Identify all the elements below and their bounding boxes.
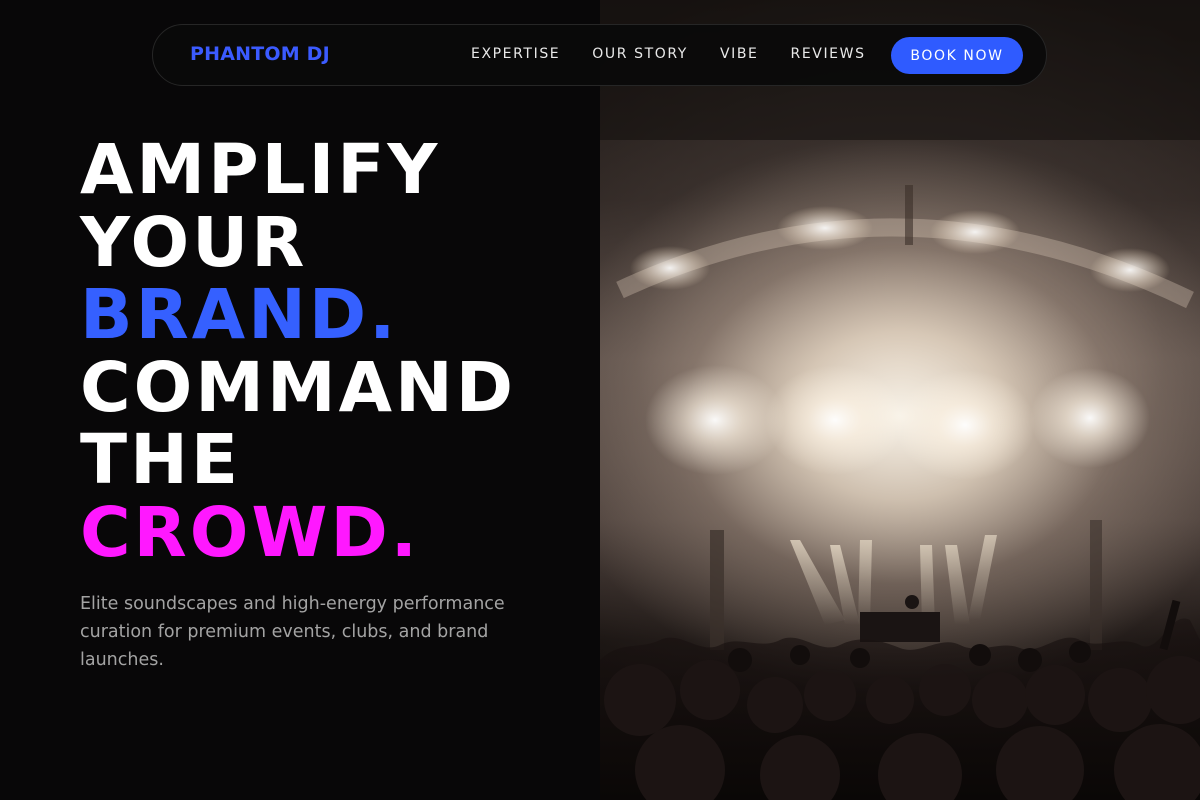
nav-link-expertise[interactable]: EXPERTISE [471,46,560,62]
headline-line-4: COMMAND [80,347,517,428]
headline-line-6-accent: CROWD. [80,492,421,573]
nav-link-vibe[interactable]: VIBE [720,46,759,62]
nav-link-reviews[interactable]: REVIEWS [791,46,866,62]
nav-links: EXPERTISE OUR STORY VIBE REVIEWS [471,46,898,62]
headline-line-3-accent: BRAND. [80,275,399,355]
top-navigation: PHANTOM DJ EXPERTISE OUR STORY VIBE REVI… [152,24,1047,86]
concert-scene-graphic [600,0,1200,800]
concert-crowd-photo [600,0,1200,800]
headline-line-1: AMPLIFY [80,130,441,210]
headline-line-5: THE [80,420,241,500]
book-now-button[interactable]: BOOK NOW [891,37,1023,74]
landing-page: PHANTOM DJ EXPERTISE OUR STORY VIBE REVI… [0,0,1200,800]
brand-logo[interactable]: PHANTOM DJ [190,43,330,65]
headline-line-2: YOUR [80,202,308,283]
nav-link-our-story[interactable]: OUR STORY [592,46,688,62]
hero-headline: AMPLIFY YOUR BRAND. COMMAND THE CROWD. [80,134,516,569]
hero-subtitle: Elite soundscapes and high-energy perfor… [80,594,505,670]
